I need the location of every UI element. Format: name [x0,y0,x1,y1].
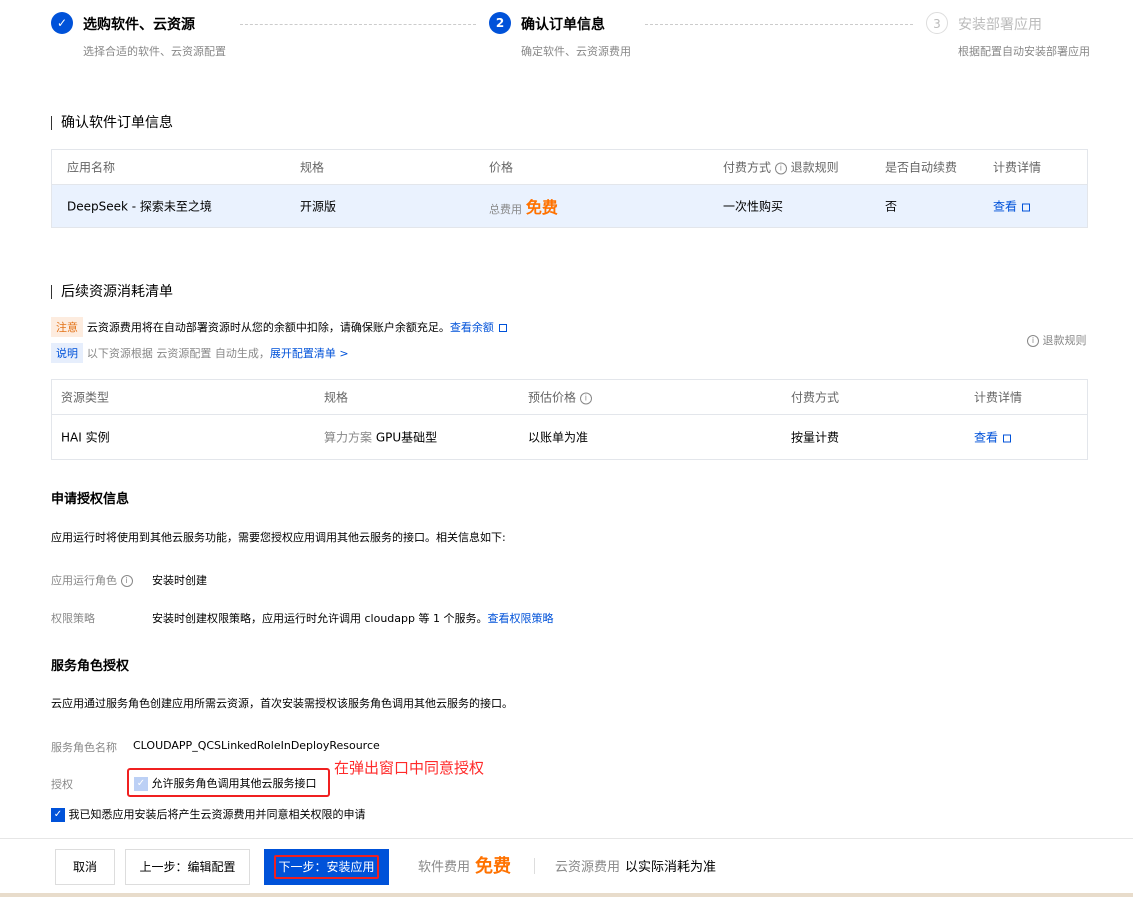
notice-tag: 注意 [51,317,83,337]
col-header: 规格 [324,390,349,405]
step-1-sub: 选择合适的软件、云资源配置 [83,45,226,58]
col-header: 付费方式 i 退款规则 [723,159,839,176]
resource-price: 以账单为准 [528,430,589,445]
checkbox-checked-disabled-icon: ✓ [134,777,148,791]
resource-spec: 算力方案 GPU基础型 [324,429,437,446]
view-policy-link[interactable]: 查看权限策略 [487,612,553,625]
table-header: 资源类型 规格 预估价格 i 付费方式 计费详情 [52,380,1087,415]
step-divider [240,24,476,25]
checkbox-checked-icon: ✓ [51,808,65,822]
policy-value: 安装时创建权限策略，应用运行时允许调用 cloudapp 等 1 个服务。查看权… [152,610,553,626]
link-text: 查看余额 [449,321,494,334]
col-header: 应用名称 [67,160,116,175]
expand-config-link[interactable]: 展开配置清单 > [270,347,349,360]
link-text: 查看 [974,430,999,445]
auth-label: 授权 [51,778,73,791]
view-balance-link[interactable]: 查看余额 [450,321,507,334]
step-3-title: 安装部署应用 [958,17,1042,33]
spec-label: 算力方案 [324,430,373,445]
step-2-sub: 确定软件、云资源费用 [521,45,631,58]
refund-rule-link[interactable]: 退款规则 [791,161,839,175]
cloud-fee-label: 云资源费用 [555,860,621,875]
col-header: 预估价格 i [528,389,592,406]
order-table: 应用名称 规格 价格 付费方式 i 退款规则 是否自动续费 计费详情 DeepS… [51,149,1088,228]
info-icon[interactable]: i [120,575,133,587]
prev-button[interactable]: 上一步：编辑配置 [125,849,250,885]
soft-fee-label: 软件费用 [418,860,471,875]
step-1-check-icon: ✓ [51,12,73,34]
auto-renew: 否 [885,199,898,214]
step-divider [645,24,913,25]
step-2-title: 确认订单信息 [521,17,605,33]
step-2-number: 2 [489,12,511,34]
section-title-resources: 后续资源消耗清单 [51,285,173,299]
annotation-text: 在弹出窗口中同意授权 [334,759,485,777]
role-label: 应用运行角色 i [51,572,133,588]
notice-row: 注意 云资源费用将在自动部署资源时从您的余额中扣除，请确保账户余额充足。查看余额 [51,317,507,337]
role-name-value: CLOUDAPP_QCSLinkedRoleInDeployResource [133,739,380,752]
external-link-icon [498,324,507,332]
col-header: 价格 [489,160,514,175]
billing-detail-link[interactable]: 查看 [974,429,1012,446]
step-3-number: 3 [926,12,948,34]
service-auth-checkbox[interactable]: ✓ 允许服务角色调用其他云服务接口 [134,775,317,791]
step-1-title: 选购软件、云资源 [83,17,195,33]
resource-pay: 按量计费 [791,430,840,445]
agree-checkbox[interactable]: ✓ 我已知悉应用安装后将产生云资源费用并同意相关权限的申请 [51,806,366,822]
resource-table: 资源类型 规格 预估价格 i 付费方式 计费详情 HAI 实例 算力方案 GPU… [51,379,1088,460]
explain-row: 说明 以下资源根据 云资源配置 自动生成，展开配置清单 > [51,343,349,363]
checkbox-label: 我已知悉应用安装后将产生云资源费用并同意相关权限的申请 [68,808,366,821]
step-3-sub: 根据配置自动安装部署应用 [958,45,1090,58]
external-link-icon [1022,203,1031,211]
auth-desc: 应用运行时将使用到其他云服务功能，需要您授权应用调用其他云服务的接口。相关信息如… [51,531,506,544]
divider [534,858,535,874]
table-row: HAI 实例 算力方案 GPU基础型 以账单为准 按量计费 查看 [52,415,1087,459]
pay-method: 一次性购买 [723,199,784,214]
col-header: 规格 [300,160,325,175]
table-header: 应用名称 规格 价格 付费方式 i 退款规则 是否自动续费 计费详情 [52,150,1087,185]
notice-text: 云资源费用将在自动部署资源时从您的余额中扣除，请确保账户余额充足。 [86,321,450,334]
service-desc: 云应用通过服务角色创建应用所需云资源，首次安装需授权该服务角色调用其他云服务的接… [51,697,513,710]
spec: 开源版 [300,199,337,214]
table-row: DeepSeek - 探索未至之境 开源版 总费用 免费 一次性购买 否 查看 [52,185,1087,227]
soft-fee-value: 免费 [475,856,511,877]
link-text: 查看 [993,199,1018,214]
next-button[interactable]: 下一步：安装应用 [264,849,389,885]
col-header-price: 预估价格 [528,390,577,405]
explain-text: 以下资源根据 云资源配置 自动生成， [86,347,270,360]
price-label: 总费用 [489,203,522,216]
col-header: 资源类型 [61,390,110,405]
info-icon[interactable]: i [774,162,787,174]
resource-type: HAI 实例 [61,430,110,445]
cloud-fee-value: 以实际消耗为准 [625,860,717,875]
spec-value: GPU基础型 [375,430,438,445]
policy-label: 权限策略 [51,612,95,625]
checkbox-label: 允许服务角色调用其他云服务接口 [151,777,317,790]
policy-text: 安装时创建权限策略，应用运行时允许调用 cloudapp 等 1 个服务。 [152,612,488,625]
app-name: DeepSeek - 探索未至之境 [67,199,212,214]
service-title: 服务角色授权 [51,659,130,674]
role-value: 安装时创建 [152,574,207,587]
col-header: 是否自动续费 [885,160,958,175]
link-text: 退款规则 [1042,334,1087,347]
auth-title: 申请授权信息 [51,492,130,507]
col-header: 计费详情 [993,160,1042,175]
price-value: 免费 [525,198,558,217]
bottom-strip [0,893,1133,897]
label-text: 应用运行角色 [51,574,117,587]
explain-tag: 说明 [51,343,83,363]
external-link-icon [1003,434,1012,442]
next-label: 下一步：安装应用 [274,855,379,879]
col-header: 计费详情 [974,390,1023,405]
col-header-pay: 付费方式 [723,160,772,175]
role-name-label: 服务角色名称 [51,741,117,754]
info-icon: i [1027,335,1039,347]
refund-rule-link[interactable]: i 退款规则 [1027,332,1087,348]
cancel-button[interactable]: 取消 [55,849,115,885]
col-header: 付费方式 [791,390,840,405]
price: 总费用 免费 [489,194,558,218]
info-icon[interactable]: i [579,392,592,404]
billing-detail-link[interactable]: 查看 [993,198,1031,215]
section-title-order: 确认软件订单信息 [51,116,173,130]
